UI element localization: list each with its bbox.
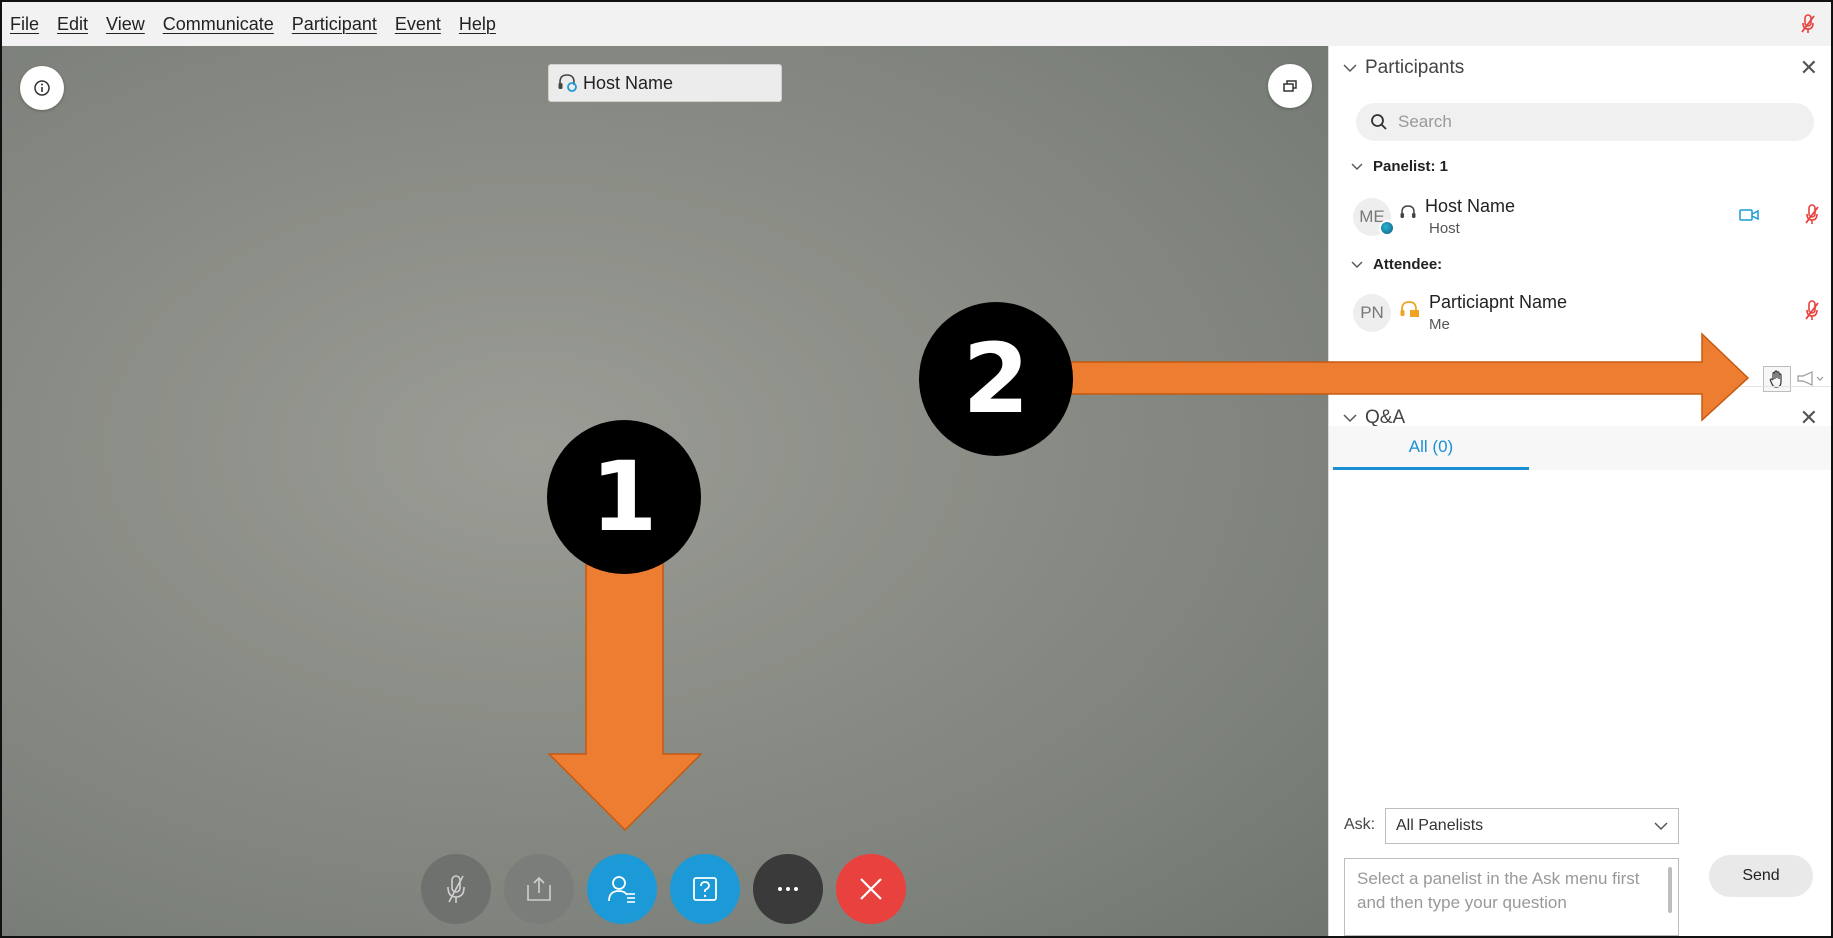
share-button[interactable] [504,854,574,924]
participant-role: Me [1429,316,1450,333]
qa-tabs: All (0) [1329,426,1831,470]
video-camera-icon[interactable] [1739,208,1759,222]
presence-icon [1379,220,1395,236]
muted-mic-icon [447,875,465,903]
qa-panel-button[interactable] [670,854,740,924]
menu-bar: File Edit View Communicate Participant E… [2,2,1831,46]
chevron-down-icon [1351,163,1363,170]
more-icon [778,887,798,891]
raise-hand-button[interactable] [1763,366,1791,392]
participant-name: Particiapnt Name [1429,292,1568,312]
muted-mic-icon[interactable] [1801,14,1815,34]
feedback-button[interactable] [1795,366,1825,392]
scrollbar[interactable] [1668,867,1672,913]
annotation-badge-2: 2 [919,302,1073,456]
participant-name: Host Name [1425,196,1516,216]
avatar: PN [1353,294,1391,332]
menu-event[interactable]: Event [395,14,441,35]
menu-communicate[interactable]: Communicate [163,14,274,35]
side-panel: Participants ✕ Panelist: 1 ME Hos [1328,46,1831,936]
ask-label: Ask: [1344,816,1376,833]
participants-panel-button[interactable] [587,854,657,924]
menu-participant[interactable]: Participant [292,14,377,35]
headset-icon [1400,301,1419,317]
question-input-box [1344,858,1679,936]
close-participants-icon[interactable]: ✕ [1800,55,1818,81]
panelist-group-label: Panelist: 1 [1373,158,1449,175]
mute-button[interactable] [421,854,491,924]
close-icon [860,878,882,900]
chevron-down-icon [1654,822,1668,831]
participant-row-attendee[interactable]: PN Particiapnt Name Me [1329,286,1831,342]
meeting-info-button[interactable] [20,66,64,110]
chevron-down-icon [1343,64,1357,73]
participants-icon [608,876,635,903]
participant-actions [1763,366,1825,392]
attendee-group-label: Attendee: [1373,256,1443,273]
chevron-down-icon [1351,261,1363,268]
active-speaker-label: Host Name [548,64,782,102]
attendee-group-header[interactable]: Attendee: [1351,256,1442,273]
tab-all[interactable]: All (0) [1333,426,1529,470]
ask-select[interactable]: All Panelists [1385,808,1679,844]
annotation-badge-1: 1 [547,420,701,574]
share-icon [527,876,551,901]
headset-icon [1400,205,1416,218]
more-options-button[interactable] [753,854,823,924]
panelist-group-header[interactable]: Panelist: 1 [1351,158,1448,175]
participants-header[interactable]: Participants ✕ [1329,46,1831,90]
layout-toggle-button[interactable] [1268,64,1312,108]
participant-search [1356,103,1814,141]
menu-edit[interactable]: Edit [57,14,88,35]
info-icon [34,80,50,96]
participants-title: Participants [1365,57,1465,78]
megaphone-icon [1797,371,1824,386]
question-icon [693,877,717,901]
muted-mic-icon[interactable] [1805,300,1819,322]
muted-mic-icon[interactable] [1805,204,1819,226]
chevron-down-icon [1343,414,1357,423]
meeting-controls [421,854,906,924]
headset-icon [558,74,577,92]
menu-file[interactable]: File [10,14,39,35]
leave-button[interactable] [836,854,906,924]
send-button[interactable]: Send [1709,855,1813,897]
ask-select-value: All Panelists [1396,817,1484,834]
search-input[interactable] [1398,112,1778,132]
participant-row-host[interactable]: ME Host Name Host [1329,190,1831,246]
window-layout-icon [1283,80,1297,92]
menu-help[interactable]: Help [459,14,496,35]
menu-view[interactable]: View [106,14,145,35]
question-input[interactable] [1357,867,1647,927]
participant-role: Host [1429,220,1460,237]
active-speaker-name: Host Name [583,72,674,93]
section-divider [1329,386,1831,387]
search-icon [1371,114,1387,130]
app-window: File Edit View Communicate Participant E… [0,0,1833,938]
